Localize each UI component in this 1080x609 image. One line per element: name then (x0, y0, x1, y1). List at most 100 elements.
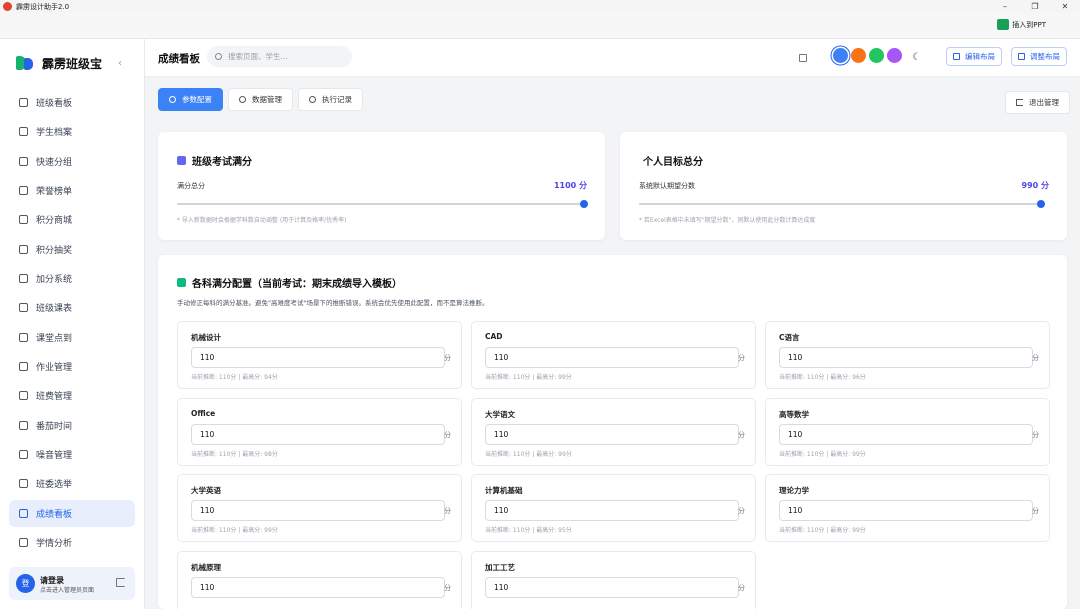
roll-call-icon (19, 332, 28, 342)
brand-logo-icon (16, 55, 34, 72)
sidebar-item-label: 成绩看板 (36, 509, 73, 520)
slider-handle[interactable] (580, 200, 588, 208)
subject-name: 加工工艺 (485, 562, 515, 572)
sidebar-item-label: 加分系统 (36, 275, 73, 286)
subject-full-score-input[interactable] (485, 576, 739, 598)
minimize-button[interactable]: – (990, 0, 1020, 13)
exit-admin-label: 退出管理 (1029, 98, 1059, 107)
subject-inference-info: 当前推断: 110分 | 最高分: 99分 (485, 450, 572, 458)
edit-layout-button[interactable]: 编辑布局 (946, 47, 1002, 66)
sidebar-item-class-schedule[interactable]: 班级课表 (9, 294, 135, 321)
adjust-layout-label: 调整布局 (1030, 52, 1060, 61)
insert-ppt-button[interactable]: 插入到PPT (997, 19, 1046, 30)
brand-name: 霹雳班级宝 (42, 57, 103, 71)
sidebar-item-pomodoro[interactable]: 番茄时间 (9, 412, 135, 439)
search-icon (215, 53, 222, 60)
committee-election-icon (19, 479, 28, 489)
subject-card: Office 分当前推断: 110分 | 最高分: 98分 (177, 397, 462, 466)
user-hint: 点击进入管理员页面 (40, 587, 95, 594)
exam-full-slider[interactable] (177, 200, 588, 208)
subject-full-score-input[interactable] (191, 576, 445, 598)
sidebar-item-points-mall[interactable]: 积分商城 (9, 206, 135, 233)
subject-full-score-input[interactable] (191, 347, 445, 368)
subject-full-score-input[interactable] (485, 347, 739, 368)
theme-color-blue[interactable] (833, 48, 848, 63)
sidebar-item-grade-board[interactable]: 成绩看板 (9, 499, 135, 527)
sidebar-item-label: 学情分析 (36, 539, 73, 550)
sidebar-item-label: 学生档案 (36, 128, 73, 139)
login-icon[interactable] (116, 578, 125, 587)
slider-handle[interactable] (1037, 200, 1045, 208)
search-input[interactable] (228, 52, 338, 61)
title-bar: 霹雳设计助手2.0 – ❐ ✕ (0, 0, 1080, 13)
theme-color-green[interactable] (869, 48, 884, 63)
personal-goal-slider[interactable] (639, 200, 1045, 208)
panel-toggle-icon[interactable] (799, 54, 807, 62)
subject-inference-info: 当前推断: 110分 | 最高分: 99分 (191, 527, 278, 534)
points-lottery-icon (19, 244, 28, 254)
tab-params[interactable]: 参数配置 (158, 88, 223, 111)
subject-inference-info: 当前推断: 110分 | 最高分: 99分 (485, 374, 572, 381)
user-login-panel[interactable]: 登 请登录 点击进入管理员页面 (9, 567, 135, 600)
theme-color-purple[interactable] (887, 48, 902, 63)
sidebar-item-dashboard[interactable]: 班级看板 (9, 89, 135, 116)
sidebar-item-committee-election[interactable]: 班委选举 (9, 470, 135, 497)
theme-color-orange[interactable] (851, 48, 866, 63)
exit-admin-button[interactable]: 退出管理 (1005, 91, 1070, 114)
subject-name: Office (191, 408, 216, 418)
sidebar-item-noise[interactable]: 噪音管理 (9, 441, 135, 468)
subject-name: 计算机基础 (485, 486, 523, 495)
sidebar-item-roll-call[interactable]: 课堂点到 (9, 324, 135, 351)
tab-data[interactable]: 数据管理 (228, 88, 293, 111)
collapse-sidebar-icon[interactable]: ‹ (118, 58, 122, 69)
unit-label: 分 (1032, 354, 1039, 362)
subject-full-score-input[interactable] (779, 423, 1033, 445)
subject-name: C语言 (779, 333, 800, 342)
sidebar-item-points-lottery[interactable]: 积分抽奖 (9, 236, 135, 263)
tab-history[interactable]: 执行记录 (298, 88, 363, 111)
adjust-layout-button[interactable]: 调整布局 (1011, 47, 1067, 66)
unit-label: 分 (444, 430, 451, 439)
avatar: 登 (16, 574, 35, 593)
sidebar-item-label: 班级课表 (36, 304, 73, 315)
subject-full-score-input[interactable] (485, 500, 739, 521)
subject-full-score-input[interactable] (779, 347, 1033, 368)
sidebar-item-student-profile[interactable]: 学生档案 (9, 118, 135, 145)
edit-icon (953, 53, 960, 60)
subject-full-score-input[interactable] (485, 423, 739, 445)
tab-label: 数据管理 (252, 95, 282, 104)
search-box[interactable] (207, 46, 352, 67)
subject-full-score-input[interactable] (779, 500, 1033, 521)
sidebar-item-label: 班级看板 (36, 99, 73, 109)
personal-goal-title: 个人目标总分 (639, 153, 703, 168)
quick-group-icon (19, 156, 28, 166)
subject-inference-info: 当前推断: 110分 | 最高分: 94分 (191, 374, 278, 381)
close-button[interactable]: ✕ (1050, 0, 1080, 13)
grade-board-icon (19, 508, 28, 518)
sidebar-item-class-fund[interactable]: 班费管理 (9, 382, 135, 409)
unit-label: 分 (444, 507, 451, 515)
subject-card: 理论力学分当前推断: 110分 | 最高分: 99分 (765, 474, 1050, 542)
subjects-card: 各科满分配置（当前考试：期末成绩导入模板） 手动修正每科的满分基准。避免"高难度… (158, 255, 1067, 609)
theme-color-picker (833, 48, 902, 63)
subjects-description: 手动修正每科的满分基准。避免"高难度考试"场景下的推断错误。系统会优先使用此配置… (177, 299, 489, 307)
subject-full-score-input[interactable] (191, 500, 445, 521)
noise-icon (19, 450, 28, 460)
sidebar-item-homework[interactable]: 作业管理 (9, 353, 135, 380)
sidebar-item-honor-list[interactable]: 荣誉榜单 (9, 177, 135, 204)
sidebar-item-quick-group[interactable]: 快速分组 (9, 148, 135, 175)
sidebar-item-label: 课堂点到 (36, 333, 73, 344)
subject-full-score-input[interactable] (191, 423, 445, 445)
subject-name: 高等数学 (779, 409, 809, 419)
app-icon (3, 2, 12, 11)
dark-mode-icon[interactable]: ☾ (912, 52, 921, 63)
personal-goal-value: 990 分 (1021, 181, 1049, 190)
tab-bar: 参数配置 数据管理 执行记录 (158, 88, 363, 111)
maximize-button[interactable]: ❐ (1020, 0, 1050, 13)
page-title: 成绩看板 (158, 53, 200, 65)
logout-icon (1016, 99, 1023, 106)
tab-label: 参数配置 (182, 95, 212, 104)
sidebar-item-learning-analysis[interactable]: 学情分析 (9, 529, 135, 556)
sidebar-item-bonus-system[interactable]: 加分系统 (9, 265, 135, 292)
sidebar-nav: 班级看板学生档案快速分组 荣誉榜单 积分商城积分抽奖加分系统班级课表课堂点到作业管理… (9, 89, 135, 559)
